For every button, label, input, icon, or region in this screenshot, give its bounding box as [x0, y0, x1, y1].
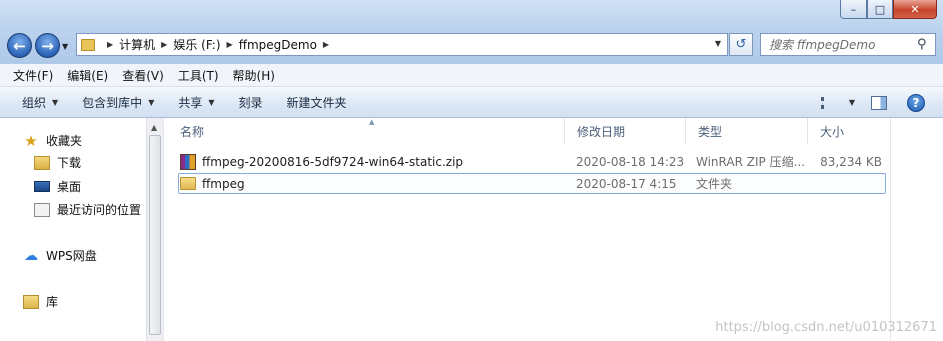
window-controls: – □ ✕	[840, 0, 937, 19]
menu-file[interactable]: 文件(F)	[13, 67, 53, 84]
folder-icon	[81, 38, 95, 51]
help-icon[interactable]: ?	[907, 93, 925, 112]
view-options-icon[interactable]	[820, 96, 835, 109]
sidebar-item-label: 桌面	[57, 180, 82, 194]
chevron-right-icon[interactable]: ▶	[107, 40, 113, 49]
menu-tools[interactable]: 工具(T)	[178, 67, 219, 84]
menu-edit[interactable]: 编辑(E)	[67, 67, 108, 84]
menu-bar: 文件(F) 编辑(E) 查看(V) 工具(T) 帮助(H)	[0, 64, 943, 87]
include-in-library-button[interactable]: 包含到库中 ▼	[82, 94, 154, 111]
desktop-icon	[34, 181, 50, 192]
sidebar-item-label: 收藏夹	[46, 134, 83, 148]
address-bar[interactable]: ▶ 计算机 ▶ 娱乐 (F:) ▶ ffmpegDemo ▶ ▼	[76, 33, 728, 56]
chevron-right-icon[interactable]: ▶	[227, 40, 233, 49]
column-header-name[interactable]: 名称	[168, 118, 565, 144]
chevron-down-icon: ▼	[208, 97, 215, 107]
file-name: ffmpeg	[202, 176, 245, 191]
table-row[interactable]: ffmpeg-20200816-5df9724-win64-static.zip…	[178, 151, 886, 172]
back-button[interactable]: ←	[7, 33, 32, 58]
library-icon	[23, 294, 39, 309]
chevron-down-icon: ▼	[52, 97, 59, 107]
view-controls: ▼ ?	[820, 87, 943, 118]
downloads-folder-icon	[34, 155, 50, 170]
share-button[interactable]: 共享 ▼	[178, 94, 214, 111]
file-date: 2020-08-18 14:23	[576, 154, 685, 169]
share-label: 共享	[178, 95, 203, 110]
content-right-margin	[890, 118, 943, 341]
navigation-pane-scrollbar[interactable]: ▲	[146, 118, 163, 341]
new-folder-button[interactable]: 新建文件夹	[287, 94, 347, 111]
star-icon: ★	[24, 131, 38, 150]
recent-places-icon	[34, 202, 50, 217]
sidebar-item-label: 下载	[57, 156, 82, 170]
title-bar: – □ ✕ ← → ▼ ▶ 计算机 ▶ 娱乐 (F:) ▶ ffmpegDemo…	[0, 0, 943, 64]
sidebar-item-wps-cloud[interactable]: ☁ WPS网盘	[23, 247, 97, 264]
file-name: ffmpeg-20200816-5df9724-win64-static.zip	[202, 154, 464, 169]
table-row[interactable]: ffmpeg 2020-08-17 4:15 文件夹	[178, 173, 886, 194]
navigation-pane: ★ 收藏夹 下载 桌面 最近访问的位置 ☁ WPS网盘 库	[0, 118, 146, 341]
sidebar-item-recent-places[interactable]: 最近访问的位置	[34, 201, 141, 218]
winrar-zip-icon	[180, 153, 196, 170]
menu-view[interactable]: 查看(V)	[122, 67, 164, 84]
watermark: https://blog.csdn.net/u010312671	[715, 320, 937, 335]
sidebar-item-label: 库	[46, 295, 59, 309]
maximize-button[interactable]: □	[867, 0, 893, 19]
file-date: 2020-08-17 4:15	[576, 176, 677, 191]
preview-pane-icon[interactable]	[871, 95, 887, 110]
burn-button[interactable]: 刻录	[239, 94, 263, 111]
column-header-type[interactable]: 类型	[686, 118, 808, 144]
minimize-button[interactable]: –	[840, 0, 867, 19]
folder-icon	[180, 177, 196, 190]
file-list: ▲ 名称 修改日期 类型 大小 ffmpeg-20200816-5df9724-…	[168, 118, 890, 341]
chevron-down-icon[interactable]: ▼	[849, 98, 855, 107]
organize-label: 组织	[22, 95, 47, 110]
breadcrumb-computer[interactable]: 计算机	[119, 36, 155, 53]
breadcrumb-drive-f[interactable]: 娱乐 (F:)	[173, 36, 220, 53]
search-input[interactable]: 搜索 ffmpegDemo ⚲	[760, 33, 936, 56]
column-header-size[interactable]: 大小	[808, 118, 888, 144]
breadcrumb-ffmpegdemo[interactable]: ffmpegDemo	[239, 38, 317, 52]
column-header-date[interactable]: 修改日期	[565, 118, 686, 144]
scroll-up-icon[interactable]: ▲	[151, 123, 157, 132]
menu-help[interactable]: 帮助(H)	[233, 67, 275, 84]
sidebar-item-libraries[interactable]: 库	[23, 293, 58, 310]
sidebar-item-favorites[interactable]: ★ 收藏夹	[23, 132, 82, 149]
search-placeholder: 搜索 ffmpegDemo	[769, 38, 876, 52]
address-dropdown-button[interactable]: ▼	[715, 39, 721, 48]
file-size: 83,234 KB	[820, 154, 882, 169]
search-icon[interactable]: ⚲	[917, 37, 935, 52]
file-name-cell: ffmpeg-20200816-5df9724-win64-static.zip	[180, 151, 463, 172]
recent-pages-dropdown[interactable]: ▼	[62, 42, 68, 51]
include-in-library-label: 包含到库中	[82, 95, 143, 110]
refresh-button[interactable]: ↺	[729, 33, 753, 56]
cloud-icon: ☁	[24, 247, 38, 264]
file-type: 文件夹	[696, 177, 733, 191]
close-button[interactable]: ✕	[893, 0, 937, 19]
command-bar: 组织 ▼ 包含到库中 ▼ 共享 ▼ 刻录 新建文件夹 ▼ ?	[0, 87, 943, 118]
sidebar-item-label: 最近访问的位置	[57, 203, 142, 217]
chevron-right-icon[interactable]: ▶	[161, 40, 167, 49]
sidebar-item-desktop[interactable]: 桌面	[34, 178, 81, 195]
chevron-right-icon[interactable]: ▶	[323, 40, 329, 49]
organize-button[interactable]: 组织 ▼	[22, 94, 58, 111]
file-type: WinRAR ZIP 压缩...	[696, 155, 806, 169]
sidebar-item-downloads[interactable]: 下载	[34, 154, 81, 171]
file-name-cell: ffmpeg	[180, 173, 245, 194]
sidebar-item-label: WPS网盘	[46, 249, 97, 263]
forward-button[interactable]: →	[35, 33, 60, 58]
chevron-down-icon: ▼	[148, 97, 155, 107]
scrollbar-thumb[interactable]	[149, 135, 161, 335]
